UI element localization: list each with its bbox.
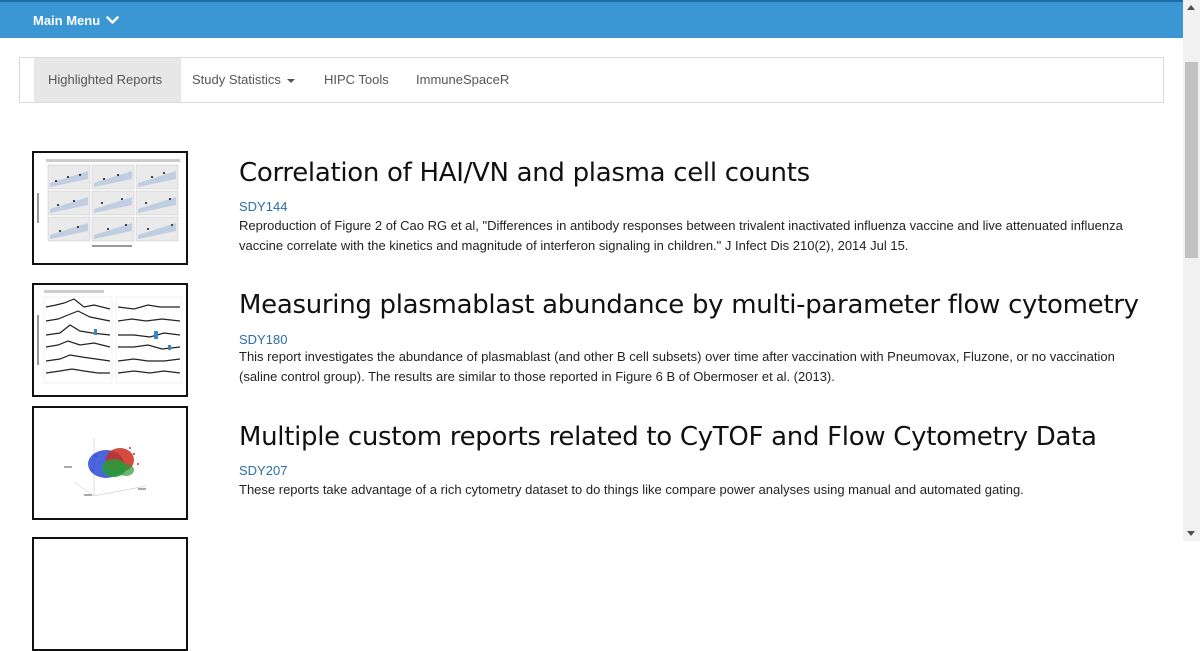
chevron-down-icon <box>106 16 119 24</box>
cytometry-3d-thumbnail-icon <box>34 408 186 518</box>
scrollbar[interactable] <box>1183 0 1200 541</box>
report-study-link[interactable]: SDY207 <box>239 463 287 478</box>
report-thumbnail[interactable] <box>32 283 188 397</box>
tab-label: HIPC Tools <box>324 72 389 87</box>
report-title[interactable]: Measuring plasmablast abundance by multi… <box>239 290 1139 320</box>
report-description: These reports take advantage of a rich c… <box>239 482 1024 497</box>
scroll-down-arrow-icon[interactable] <box>1187 531 1195 536</box>
scroll-up-arrow-icon[interactable] <box>1187 5 1195 10</box>
caret-down-icon <box>286 78 295 83</box>
report-study-link[interactable]: SDY144 <box>239 199 287 214</box>
report-study-link[interactable]: SDY180 <box>239 332 287 347</box>
report-description: This report investigates the abundance o… <box>239 349 1115 384</box>
report-thumbnail[interactable] <box>32 537 188 651</box>
tab-label: Study Statistics <box>192 72 281 87</box>
tab-immunespacer[interactable]: ImmuneSpaceR <box>402 58 523 102</box>
tab-hipc-tools[interactable]: HIPC Tools <box>310 58 403 102</box>
report-thumbnail[interactable] <box>32 406 188 520</box>
scatter-facet-thumbnail-icon <box>34 153 186 263</box>
tab-study-statistics[interactable]: Study Statistics <box>178 58 309 102</box>
report-title[interactable]: Multiple custom reports related to CyTOF… <box>239 422 1097 452</box>
tab-label: Highlighted Reports <box>48 72 163 87</box>
main-menu-button[interactable]: Main Menu <box>33 13 119 28</box>
main-menu-label: Main Menu <box>33 13 101 28</box>
top-bar: Main Menu <box>0 0 1183 38</box>
report-navigation: Highlighted Reports Study Statistics HIP… <box>19 57 1164 103</box>
report-thumbnail[interactable] <box>32 151 188 265</box>
line-facet-thumbnail-icon <box>34 285 186 395</box>
tab-label: ImmuneSpaceR <box>416 72 510 87</box>
tab-highlighted-reports[interactable]: Highlighted Reports <box>34 58 181 102</box>
report-title[interactable]: Correlation of HAI/VN and plasma cell co… <box>239 158 810 188</box>
report-description: Reproduction of Figure 2 of Cao RG et al… <box>239 218 1123 253</box>
scrollbar-thumb[interactable] <box>1185 62 1198 258</box>
